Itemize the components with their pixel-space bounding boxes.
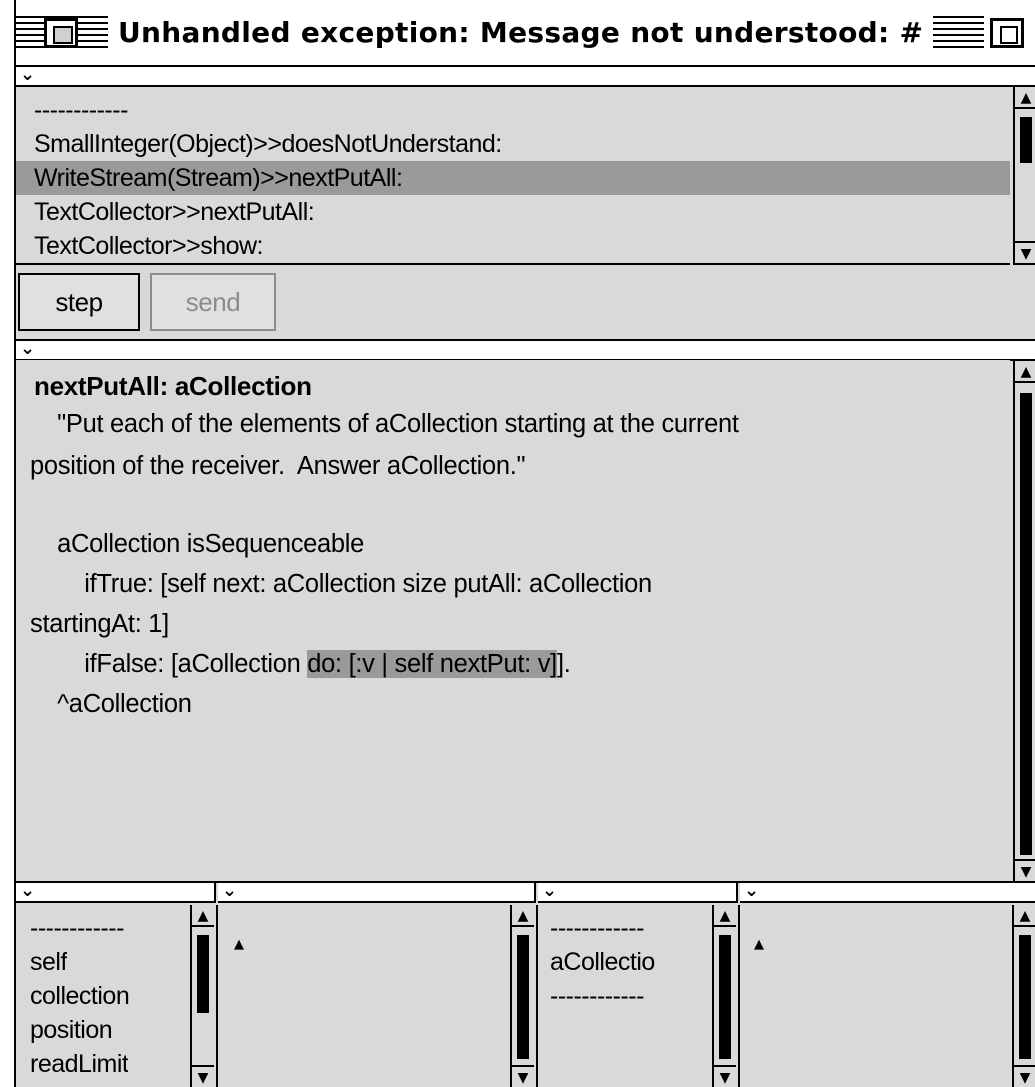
context-value-menu-bar[interactable]: ⌄: [740, 881, 1035, 903]
step-button[interactable]: step: [18, 273, 140, 331]
scroll-up-icon[interactable]: ▲: [1015, 361, 1035, 383]
field-item[interactable]: readLimit: [30, 1047, 128, 1081]
scroll-thumb[interactable]: [1019, 935, 1031, 1059]
button-bar: step send: [16, 267, 1035, 341]
debugger-window: Unhandled exception: Message not underst…: [14, 0, 1035, 1087]
field-item[interactable]: position: [30, 1013, 112, 1047]
field-item[interactable]: ------------: [550, 911, 644, 945]
window-title: Unhandled exception: Message not underst…: [108, 14, 934, 52]
chevron-down-icon[interactable]: ⌄: [20, 881, 35, 901]
stack-item-selected[interactable]: WriteStream(Stream)>>nextPutAll:: [16, 161, 1010, 195]
context-value-scrollbar[interactable]: ▲ ▼: [1012, 905, 1035, 1087]
chevron-down-icon[interactable]: ⌄: [20, 65, 35, 85]
stack-item[interactable]: SmallInteger(Object)>>doesNotUnderstand:: [16, 127, 1010, 161]
zoom-box-icon[interactable]: [990, 18, 1024, 48]
stack-scrollbar[interactable]: ▲ ▼: [1013, 87, 1035, 265]
code-selection-highlight[interactable]: do: [:v | self nextPut: v]: [307, 650, 557, 678]
receiver-value-pane[interactable]: ▲: [220, 905, 510, 1087]
scroll-up-icon[interactable]: ▲: [1014, 905, 1035, 927]
method-source-editor[interactable]: nextPutAll: aCollection "Put each of the…: [16, 360, 1010, 882]
stack-item[interactable]: TextCollector>>nextPutAll:: [16, 195, 1010, 229]
scroll-thumb[interactable]: [1020, 393, 1032, 855]
scroll-up-icon[interactable]: ▲: [512, 905, 534, 927]
method-signature: nextPutAll: aCollection: [34, 371, 312, 401]
receiver-value-scrollbar[interactable]: ▲ ▼: [510, 905, 538, 1087]
field-item[interactable]: ------------: [30, 911, 124, 945]
scroll-down-icon[interactable]: ▼: [1015, 859, 1035, 881]
code-line: position of the receiver. Answer aCollec…: [30, 452, 526, 480]
zoom-box[interactable]: [984, 16, 1035, 50]
insertion-caret-icon: ▲: [754, 937, 764, 952]
close-box-icon[interactable]: [44, 18, 78, 48]
code-line: "Put each of the elements of aCollection…: [30, 410, 739, 438]
scroll-down-icon[interactable]: ▼: [1015, 241, 1035, 263]
code-scrollbar[interactable]: ▲ ▼: [1013, 361, 1035, 881]
scroll-up-icon[interactable]: ▲: [192, 905, 214, 927]
scroll-up-icon[interactable]: ▲: [1015, 87, 1035, 109]
code-line: ifFalse: [aCollection do: [:v | self nex…: [30, 650, 571, 678]
scroll-thumb[interactable]: [517, 935, 529, 1059]
context-fields-menu-bar[interactable]: ⌄: [538, 881, 738, 903]
context-value-pane[interactable]: ▲: [742, 905, 1012, 1087]
receiver-fields-menu-bar[interactable]: ⌄: [16, 881, 216, 903]
chevron-down-icon[interactable]: ⌄: [744, 881, 759, 901]
receiver-fields-scrollbar[interactable]: ▲ ▼: [190, 905, 218, 1087]
scroll-down-icon[interactable]: ▼: [512, 1065, 534, 1087]
scroll-thumb[interactable]: [719, 935, 731, 1059]
field-item[interactable]: collection: [30, 979, 129, 1013]
code-pane-menu-bar[interactable]: ⌄: [16, 339, 1035, 361]
field-item[interactable]: aCollectio: [550, 945, 712, 979]
scroll-up-icon[interactable]: ▲: [714, 905, 736, 927]
insertion-caret-icon: ▲: [234, 937, 244, 952]
scroll-down-icon[interactable]: ▼: [1014, 1065, 1035, 1087]
send-button[interactable]: send: [150, 273, 276, 331]
stack-item[interactable]: TextCollector>>show:: [16, 229, 1010, 263]
context-fields-list[interactable]: ------------ aCollectio ------------: [540, 905, 712, 1087]
chevron-down-icon[interactable]: ⌄: [222, 881, 237, 901]
scroll-thumb[interactable]: [197, 935, 209, 1013]
chevron-down-icon[interactable]: ⌄: [542, 881, 557, 901]
receiver-value-menu-bar[interactable]: ⌄: [218, 881, 536, 903]
field-item[interactable]: self: [30, 945, 67, 979]
receiver-fields-list[interactable]: ------------ self collection position re…: [16, 905, 188, 1087]
code-line: aCollection isSequenceable: [30, 530, 365, 558]
field-item[interactable]: ------------: [550, 979, 644, 1013]
title-bar[interactable]: Unhandled exception: Message not underst…: [16, 0, 1035, 67]
scroll-thumb[interactable]: [1020, 117, 1032, 163]
scroll-down-icon[interactable]: ▼: [714, 1065, 736, 1087]
scroll-down-icon[interactable]: ▼: [192, 1065, 214, 1087]
stack-pane-menu-bar[interactable]: ⌄: [16, 65, 1035, 87]
context-fields-scrollbar[interactable]: ▲ ▼: [712, 905, 740, 1087]
code-line: startingAt: 1]: [30, 610, 169, 638]
code-line: ^aCollection: [30, 690, 192, 718]
stack-list[interactable]: ------------ SmallInteger(Object)>>doesN…: [16, 87, 1010, 265]
chevron-down-icon[interactable]: ⌄: [20, 339, 35, 359]
code-line: ifTrue: [self next: aCollection size put…: [30, 570, 652, 598]
stack-item-divider[interactable]: ------------: [16, 93, 1010, 127]
